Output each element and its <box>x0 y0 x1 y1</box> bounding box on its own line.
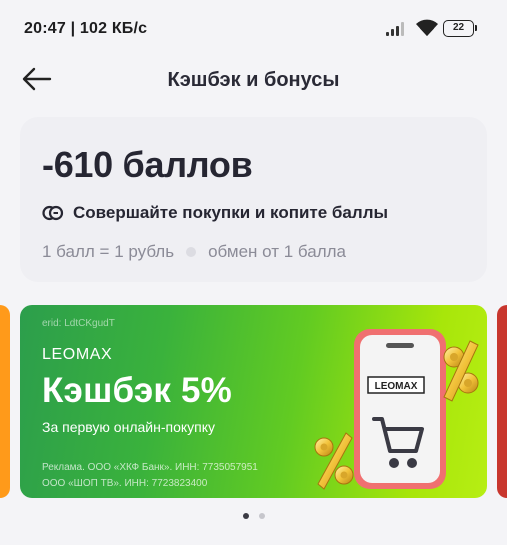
next-banner-peek[interactable] <box>497 305 507 498</box>
carousel-pager <box>0 513 507 519</box>
banner-offer-title: Кэшбэк 5% <box>42 371 232 410</box>
dot-separator <box>186 247 197 257</box>
percent-icon <box>443 340 479 402</box>
legal-line-2: ООО «ШОП ТВ». ИНН: 7723823400 <box>42 478 208 489</box>
rate-row: 1 балл = 1 рубль обмен от 1 балла <box>42 242 346 262</box>
balance-card: -610 баллов Совершайте покупки и копите … <box>20 117 487 282</box>
exchange-text: обмен от 1 балла <box>208 242 347 261</box>
coins-icon <box>42 205 64 221</box>
ad-legal-text: Реклама. ООО «ХКФ Банк». ИНН: 7735057951… <box>42 460 258 492</box>
status-time-speed: 20:47 | 102 КБ/с <box>24 20 148 37</box>
cashback-banner[interactable]: erid: LdtCKgudT LEOMAX Кэшбэк 5% За перв… <box>20 305 487 498</box>
pager-dot-active[interactable] <box>242 513 249 519</box>
pager-dot[interactable] <box>258 513 265 519</box>
banner-brand: LEOMAX <box>42 346 113 363</box>
phone-cart-illustration: LEOMAX <box>314 329 479 490</box>
app-header: Кэшбэк и бонусы <box>0 58 507 102</box>
wifi-icon <box>416 19 438 36</box>
battery-icon: 22 <box>443 20 477 37</box>
battery-level: 22 <box>452 22 465 33</box>
points-balance: -610 баллов <box>42 144 253 185</box>
earn-hint-text: Совершайте покупки и копите баллы <box>73 203 389 222</box>
status-bar: 20:47 | 102 КБ/с 22 <box>0 0 507 52</box>
phone-logo: LEOMAX <box>375 381 418 392</box>
rate-text: 1 балл = 1 рубль <box>42 242 175 261</box>
previous-banner-peek[interactable] <box>0 305 10 498</box>
legal-line-1: Реклама. ООО «ХКФ Банк». ИНН: 7735057951 <box>42 462 258 473</box>
ad-erid: erid: LdtCKgudT <box>42 318 115 329</box>
signal-icon <box>386 22 410 36</box>
page-title: Кэшбэк и бонусы <box>167 69 340 91</box>
earn-hint: Совершайте покупки и копите баллы <box>42 203 388 223</box>
percent-icon-small <box>314 432 354 490</box>
banner-offer-subtitle: За первую онлайн-покупку <box>42 419 216 435</box>
promo-carousel[interactable]: erid: LdtCKgudT LEOMAX Кэшбэк 5% За перв… <box>0 305 507 500</box>
